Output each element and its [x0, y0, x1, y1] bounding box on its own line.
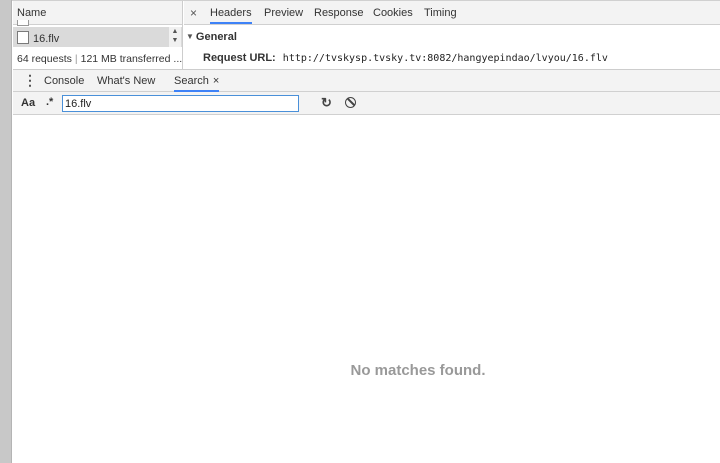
tab-headers[interactable]: Headers: [210, 7, 252, 24]
search-results-pane: No matches found.: [13, 116, 720, 463]
kebab-menu-icon[interactable]: ⋮: [23, 73, 37, 87]
network-summary: 64 requests | 121 MB transferred ...: [17, 53, 182, 65]
network-request-list: Name 16.flv ▲ ▼ 64 requests | 121 MB transf…: [13, 1, 183, 69]
general-title: General: [195, 31, 237, 43]
clear-icon[interactable]: [345, 97, 356, 108]
summary-overflow: ...: [173, 53, 182, 65]
drawer-tab-search-label: Search: [174, 75, 209, 87]
drawer-tab-search[interactable]: Search ×: [174, 75, 220, 92]
general-section-header[interactable]: ▼ General: [186, 31, 237, 43]
drawer-tab-console[interactable]: Console: [44, 75, 84, 87]
close-details-icon[interactable]: ×: [190, 6, 197, 20]
request-row[interactable]: 16.flv ▲ ▼: [13, 27, 182, 47]
request-filename: 16.flv: [33, 33, 60, 45]
request-url-row: Request URL: http://tvskysp.tvsky.tv:808…: [203, 52, 608, 64]
drawer-tab-whats-new[interactable]: What's New: [97, 75, 155, 87]
match-case-button[interactable]: Aa: [21, 97, 35, 109]
request-url-value[interactable]: http://tvskysp.tvsky.tv:8082/hangyepinda…: [283, 53, 608, 64]
tab-cookies[interactable]: Cookies: [373, 7, 413, 19]
no-matches-message: No matches found.: [350, 362, 486, 379]
file-icon: [17, 31, 29, 44]
tab-preview[interactable]: Preview: [264, 7, 303, 19]
list-scrollbar[interactable]: ▲ ▼: [169, 27, 181, 47]
tab-response[interactable]: Response: [314, 7, 364, 19]
request-url-label: Request URL:: [203, 52, 276, 64]
search-input[interactable]: [62, 95, 299, 112]
tab-timing[interactable]: Timing: [424, 7, 457, 19]
request-details-pane: × Headers Preview Response Cookies Timin…: [184, 1, 720, 69]
partial-row-checkbox: [17, 20, 29, 26]
refresh-icon[interactable]: ↻: [321, 95, 332, 111]
request-count: 64 requests: [17, 53, 72, 65]
details-tabbar: × Headers Preview Response Cookies Timin…: [184, 1, 720, 25]
name-header-label: Name: [17, 7, 47, 19]
search-toolbar: Aa .* ↻: [13, 92, 720, 115]
drawer-tabbar: ⋮ Console What's New Search ×: [13, 69, 720, 92]
name-column-header[interactable]: Name: [13, 1, 182, 26]
regex-button[interactable]: .*: [46, 96, 53, 108]
transferred-size: 121 MB transferred: [80, 53, 171, 65]
collapse-triangle-icon: ▼: [186, 32, 194, 41]
window-left-edge: [0, 0, 12, 463]
close-search-tab-icon[interactable]: ×: [213, 75, 219, 87]
